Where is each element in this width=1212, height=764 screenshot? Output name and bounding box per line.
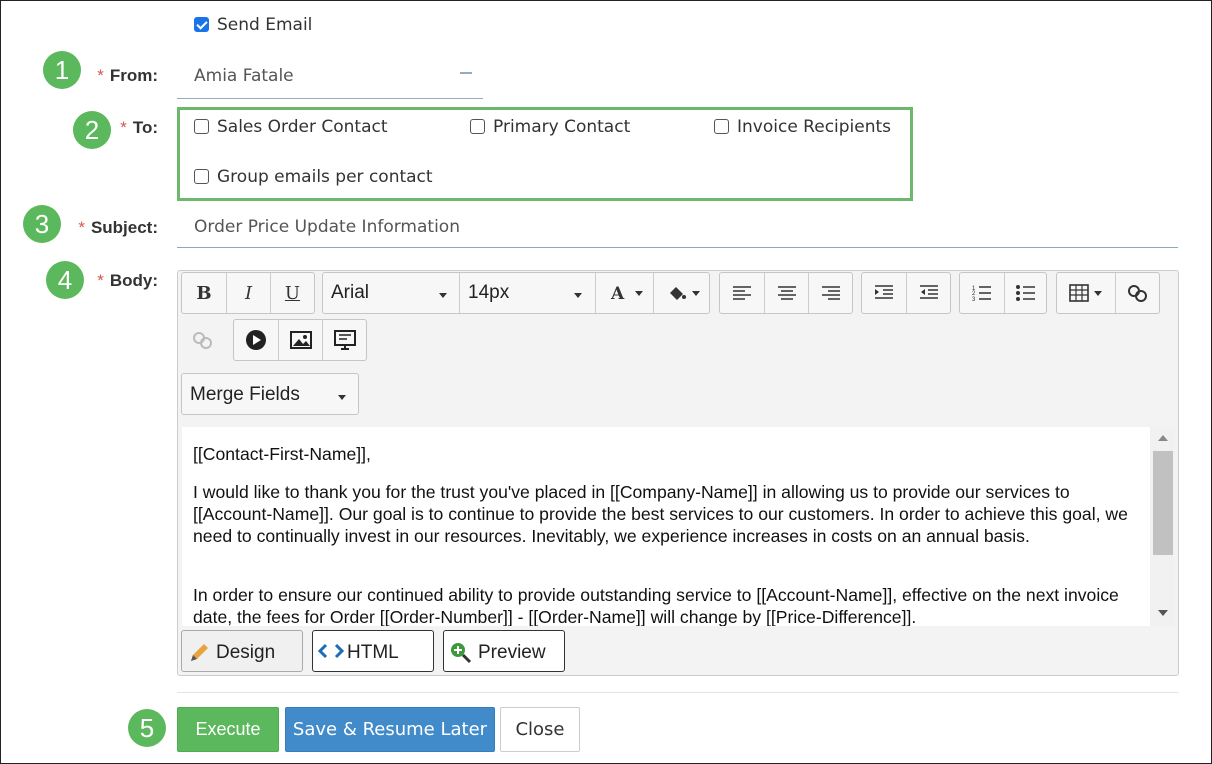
code-icon	[318, 643, 344, 659]
close-button[interactable]: Close	[500, 707, 580, 752]
table-icon	[1069, 284, 1102, 302]
svg-text:3: 3	[972, 297, 976, 302]
html-tab-label: HTML	[347, 642, 399, 663]
scrollbar-thumb[interactable]	[1153, 451, 1173, 555]
indent-button[interactable]	[862, 273, 906, 313]
paint-bucket-icon	[669, 287, 700, 300]
media-group	[233, 319, 367, 361]
insert-link-button[interactable]	[1115, 273, 1159, 313]
insert-group	[1056, 272, 1160, 314]
callout-3: 3	[23, 205, 61, 243]
italic-button[interactable]: I	[226, 273, 270, 313]
font-color-icon: A	[610, 284, 643, 303]
primary-contact-checkbox[interactable]	[470, 119, 485, 134]
editor-scrollbar[interactable]	[1150, 427, 1175, 626]
ordered-list-icon: 123	[972, 286, 991, 302]
scroll-down-icon[interactable]	[1158, 610, 1168, 616]
underline-button[interactable]: U	[270, 273, 314, 313]
from-underline	[177, 98, 483, 99]
chevron-down-icon	[439, 293, 447, 298]
align-center-icon	[777, 286, 796, 300]
font-family-value: Arial	[331, 282, 370, 303]
align-left-button[interactable]	[720, 273, 764, 313]
font-group: Arial 14px A	[322, 272, 710, 314]
align-group	[719, 272, 853, 314]
link-icon	[1127, 285, 1147, 302]
invoice-recipients-checkbox[interactable]	[714, 119, 729, 134]
merge-fields-label: Merge Fields	[190, 384, 300, 405]
align-center-button[interactable]	[764, 273, 808, 313]
svg-text:A: A	[610, 284, 625, 303]
monitor-icon	[333, 330, 356, 350]
list-group: 123	[959, 272, 1047, 314]
font-size-value: 14px	[468, 282, 510, 303]
editor-content[interactable]: [[Contact-First-Name]], I would like to …	[182, 427, 1175, 626]
send-email-checkbox[interactable]	[194, 17, 209, 32]
sales-order-contact-checkbox[interactable]	[194, 119, 209, 134]
chevron-down-icon	[338, 395, 346, 400]
indent-icon	[875, 285, 893, 299]
indent-group	[861, 272, 951, 314]
outdent-icon	[919, 285, 938, 299]
format-group: B I U	[181, 272, 315, 314]
chevron-down-icon	[574, 293, 582, 298]
from-select-value[interactable]: Amia Fatale	[194, 66, 294, 86]
align-right-button[interactable]	[808, 273, 852, 313]
divider	[177, 692, 1179, 693]
unordered-list-button[interactable]	[1004, 273, 1046, 313]
insert-image-button[interactable]	[278, 320, 322, 360]
align-right-icon	[821, 286, 840, 300]
subject-underline	[177, 247, 1178, 248]
callout-1: 1	[43, 51, 81, 89]
to-label: * To:	[120, 118, 158, 137]
merge-fields-dropdown[interactable]: Merge Fields	[181, 373, 359, 415]
unlink-button[interactable]	[181, 320, 225, 360]
body-label: * Body:	[97, 271, 158, 290]
pencil-icon	[191, 644, 208, 661]
from-dropdown-indicator-icon[interactable]	[460, 72, 472, 74]
content-paragraph: [[Contact-First-Name]],	[193, 444, 371, 464]
callout-5: 5	[128, 709, 166, 747]
group-emails-label: Group emails per contact	[217, 167, 433, 187]
zoom-icon	[451, 643, 472, 664]
preview-tab-label: Preview	[478, 642, 546, 663]
image-icon	[289, 331, 312, 349]
ordered-list-button[interactable]: 123	[960, 273, 1004, 313]
insert-media-button[interactable]	[322, 320, 366, 360]
unordered-list-icon	[1015, 285, 1035, 301]
save-resume-button[interactable]: Save & Resume Later	[285, 707, 495, 752]
design-tab[interactable]: Design	[181, 630, 303, 672]
html-tab[interactable]: HTML	[312, 630, 434, 672]
background-color-button[interactable]	[653, 273, 709, 313]
subject-input[interactable]: Order Price Update Information	[194, 217, 460, 237]
align-left-icon	[733, 286, 751, 300]
sales-order-contact-label: Sales Order Contact	[217, 117, 388, 137]
callout-4: 4	[46, 261, 84, 299]
font-color-button[interactable]: A	[595, 273, 653, 313]
insert-video-button[interactable]	[234, 320, 278, 360]
preview-tab[interactable]: Preview	[443, 630, 565, 672]
send-email-label: Send Email	[217, 15, 313, 35]
font-family-dropdown[interactable]: Arial	[323, 273, 459, 313]
primary-contact-label: Primary Contact	[493, 117, 631, 137]
subject-label: * Subject:	[78, 218, 158, 237]
invoice-recipients-label: Invoice Recipients	[737, 117, 892, 137]
scroll-up-icon[interactable]	[1158, 435, 1168, 441]
content-paragraph: I would like to thank you for the trust …	[193, 482, 1128, 546]
play-icon	[246, 330, 266, 350]
execute-button[interactable]: Execute	[177, 707, 279, 752]
design-tab-label: Design	[216, 642, 276, 663]
unlink-icon	[193, 332, 212, 349]
outdent-button[interactable]	[906, 273, 950, 313]
font-size-dropdown[interactable]: 14px	[459, 273, 595, 313]
bold-button[interactable]: B	[182, 273, 226, 313]
group-emails-checkbox[interactable]	[194, 169, 209, 184]
content-paragraph: In order to ensure our continued ability…	[193, 585, 1119, 626]
table-button[interactable]	[1057, 273, 1115, 313]
from-label: * From:	[97, 66, 158, 85]
